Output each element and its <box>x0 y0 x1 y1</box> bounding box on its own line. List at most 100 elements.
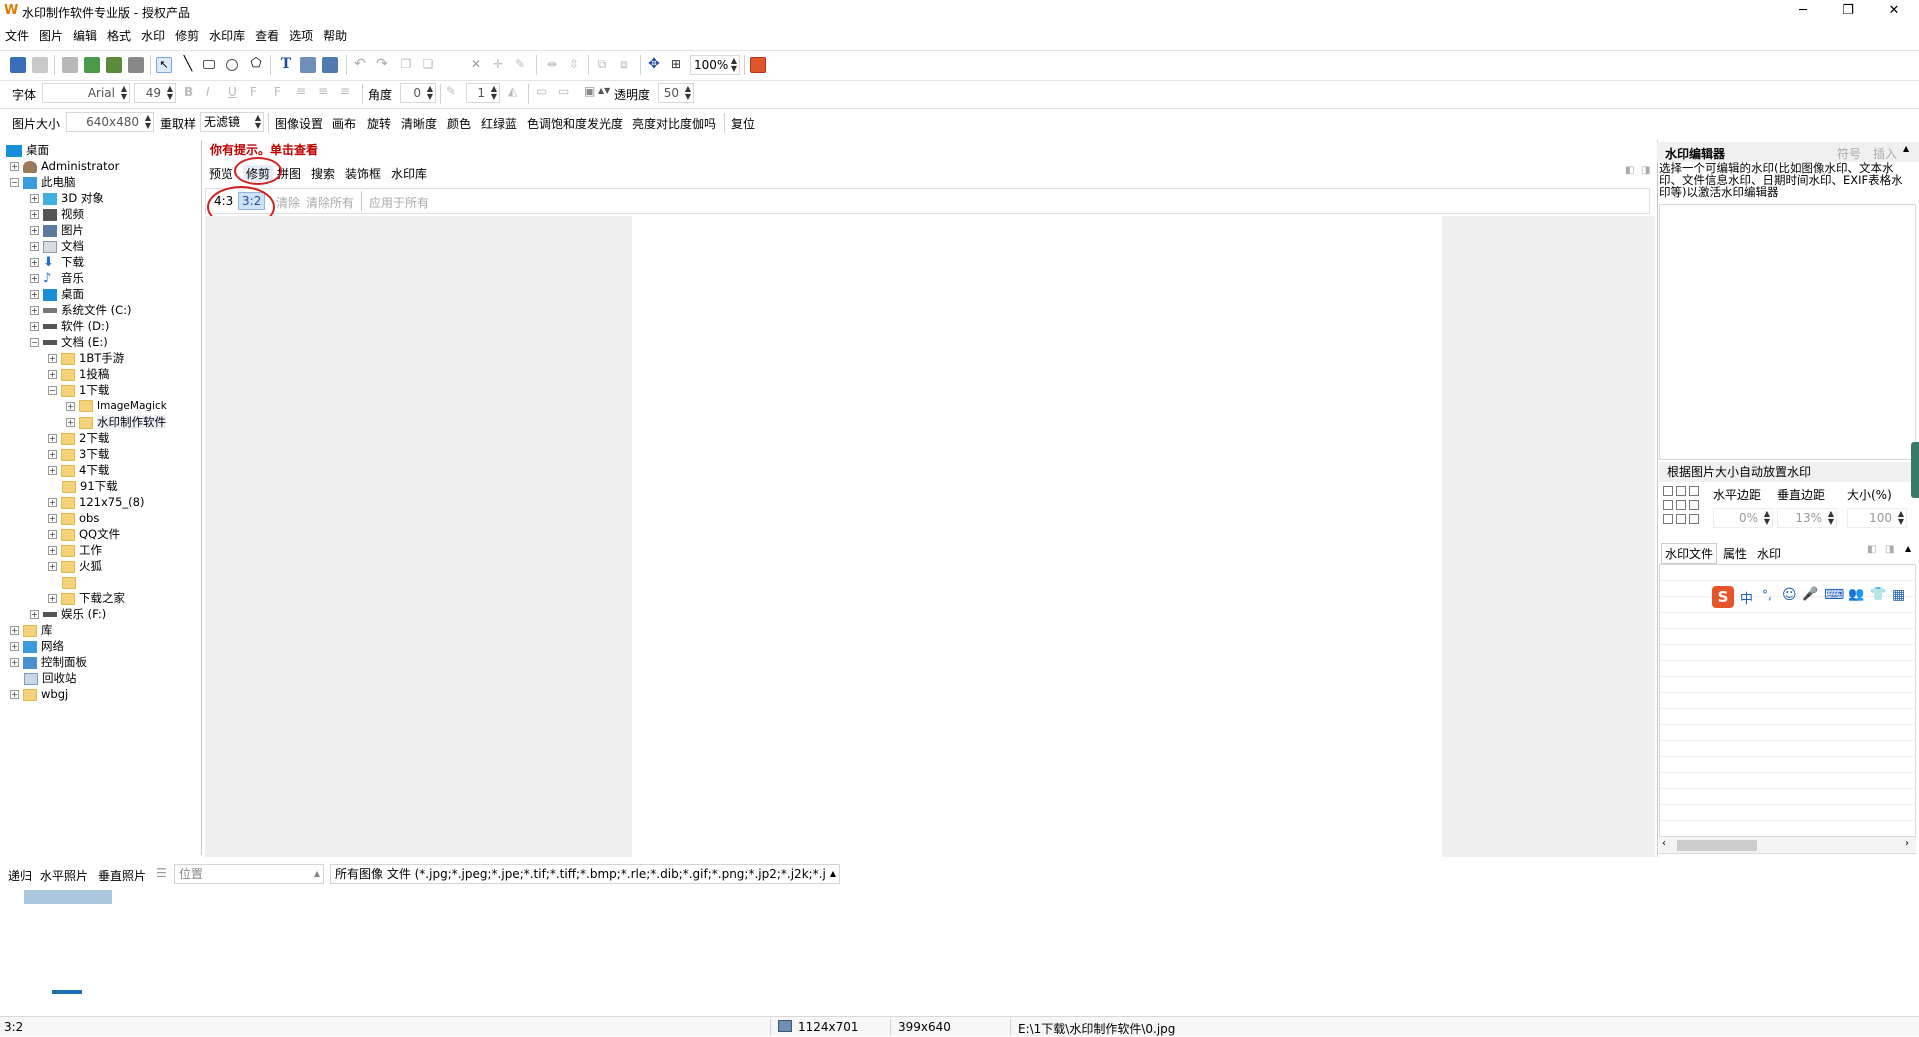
tree-item[interactable]: + 视频 <box>30 206 84 222</box>
next-tab-icon[interactable]: ◨ <box>1641 165 1650 176</box>
tree-item[interactable]: +3D 对象 <box>30 190 104 206</box>
tree-item[interactable]: + 网络 <box>10 638 64 654</box>
size-input[interactable]: 100 ▲ ▼ <box>1847 508 1907 528</box>
recursive-button[interactable]: 递归 <box>8 867 32 884</box>
delete-icon[interactable]: ✕ <box>468 57 484 73</box>
undo-icon[interactable]: ↶ <box>352 57 368 73</box>
ime-voice-icon[interactable]: 🎤 <box>1802 587 1818 602</box>
position-checkbox[interactable] <box>1663 486 1673 496</box>
rename-icon[interactable] <box>106 57 122 73</box>
minimize-button[interactable]: ─ <box>1780 0 1826 22</box>
eyedropper-icon[interactable]: ✎ <box>512 57 528 73</box>
ime-users-icon[interactable]: 👥 <box>1848 587 1864 602</box>
menu-options[interactable]: 选项 <box>284 24 318 47</box>
move-icon[interactable]: ✥ <box>646 57 662 73</box>
tree-item[interactable]: + 图片 <box>30 222 84 238</box>
tab-watermark-library[interactable]: 水印库 <box>391 165 427 182</box>
ime-tools-icon[interactable]: ▦ <box>1892 587 1905 603</box>
cut-icon[interactable] <box>424 57 440 73</box>
image-settings-button[interactable]: 图像设置 <box>275 115 323 132</box>
bold-icon[interactable]: B <box>184 85 193 99</box>
position-checkbox[interactable] <box>1676 514 1686 524</box>
next-tab-icon[interactable]: ◨ <box>1885 544 1894 555</box>
prev-tab-icon[interactable]: ◧ <box>1625 165 1634 176</box>
frame-icon[interactable]: ▣ <box>584 84 595 98</box>
position-checkbox[interactable] <box>1676 500 1686 510</box>
hue-saturation-button[interactable]: 色调饱和度发光度 <box>527 115 623 132</box>
list-view-icon[interactable]: ☰ <box>156 866 167 880</box>
position-select[interactable]: 位置▲▼ <box>174 864 324 884</box>
batch-icon[interactable] <box>84 57 100 73</box>
tree-item[interactable]: +1投稿 <box>48 366 109 382</box>
close-button[interactable]: ✕ <box>1871 0 1917 22</box>
angle-input[interactable]: 0 ▲ ▼ <box>400 83 436 103</box>
rgb-button[interactable]: 红绿蓝 <box>481 115 517 132</box>
italic-icon[interactable]: I <box>206 85 210 99</box>
tree-item[interactable]: +3下载 <box>48 446 109 462</box>
fill-icon[interactable]: ◭ <box>508 84 517 98</box>
distribute-v-icon[interactable]: ⇳ <box>566 57 582 73</box>
image-canvas[interactable] <box>632 216 1442 857</box>
ime-skin-icon[interactable]: 👕 <box>1870 587 1886 602</box>
font-size-select[interactable]: 49 ▲ ▼ <box>134 83 176 103</box>
vertical-photo-button[interactable]: 垂直照片 <box>98 867 146 884</box>
color-button[interactable]: 颜色 <box>447 115 471 132</box>
copy-icon[interactable]: ❐ <box>398 57 414 73</box>
insert-button[interactable]: 插入 <box>1873 145 1897 162</box>
tree-item[interactable]: +121x75_(8) <box>48 494 144 510</box>
tree-item[interactable]: +1BT手游 <box>48 350 124 366</box>
clear-button[interactable]: 清除 <box>276 194 300 211</box>
horizontal-scrollbar[interactable]: ‹ › <box>1659 836 1916 853</box>
distribute-h-icon[interactable]: ⇹ <box>544 57 560 73</box>
canvas-button[interactable]: 画布 <box>332 115 356 132</box>
filter-select[interactable]: 无滤镜 ▲ ▼ <box>200 112 264 132</box>
thumbnail-strip[interactable] <box>0 888 1919 1016</box>
position-checkbox[interactable] <box>1689 486 1699 496</box>
scroll-thumb[interactable] <box>1677 840 1757 851</box>
tree-item[interactable]: −1下载 <box>48 382 109 398</box>
position-checkbox[interactable] <box>1689 500 1699 510</box>
tree-item[interactable]: + obs <box>48 510 99 526</box>
position-checkbox[interactable] <box>1676 486 1686 496</box>
menu-crop[interactable]: 修剪 <box>170 24 204 47</box>
tab-preview[interactable]: 预览 <box>209 165 233 182</box>
tab-properties[interactable]: 属性 <box>1723 545 1747 562</box>
ime-logo-icon[interactable]: S <box>1712 586 1734 608</box>
folder-tree[interactable]: 桌面 + Administrator − 此电脑 +3D 对象 + 视频 + 图片 + 文… <box>0 140 202 855</box>
tab-search[interactable]: 搜索 <box>311 165 335 182</box>
text-icon[interactable]: T <box>278 57 294 73</box>
tab-dropdown-icon[interactable]: ▲ <box>1905 544 1911 553</box>
menu-file[interactable]: 文件 <box>0 24 34 47</box>
line-icon[interactable]: ╲ <box>180 57 196 73</box>
tree-item[interactable]: + 库 <box>10 622 53 638</box>
border-icon[interactable]: ▭ <box>536 84 547 98</box>
ime-keyboard-icon[interactable]: ⌨ <box>1824 587 1844 603</box>
file-type-filter[interactable]: 所有图像 文件 (*.jpg;*.jpeg;*.jpe;*.tif;*.tiff… <box>330 864 840 884</box>
polygon-icon[interactable]: ⬠ <box>248 57 264 73</box>
underline-icon[interactable]: U <box>228 85 237 99</box>
brightness-contrast-button[interactable]: 亮度对比度伽吗 <box>632 115 716 132</box>
tree-item[interactable] <box>62 574 80 590</box>
thumbnail-selected[interactable] <box>24 890 112 904</box>
tree-item[interactable]: +4下载 <box>48 462 109 478</box>
image-size-select[interactable]: 640x480 ▲ ▼ <box>66 112 154 132</box>
tree-item[interactable]: + ImageMagick <box>66 398 167 414</box>
hint-message[interactable]: 你有提示。单击查看 <box>210 141 318 158</box>
horizontal-photo-button[interactable]: 水平照片 <box>40 867 88 884</box>
redo-icon[interactable]: ↷ <box>374 57 390 73</box>
tab-frame[interactable]: 装饰框 <box>345 165 381 182</box>
print-icon[interactable] <box>128 57 144 73</box>
tree-item[interactable]: + 控制面板 <box>10 654 87 670</box>
scroll-left-icon[interactable]: ‹ <box>1662 838 1666 849</box>
tree-item[interactable]: + 软件 (D:) <box>30 318 109 334</box>
zoom-select[interactable]: 100% ▲ ▼ <box>690 55 740 75</box>
position-checkbox[interactable] <box>1689 514 1699 524</box>
save-all-icon[interactable] <box>32 57 48 73</box>
align-center-icon[interactable]: ≡ <box>318 84 328 98</box>
menu-format[interactable]: 格式 <box>102 24 136 47</box>
font-select[interactable]: Arial ▲ ▼ <box>42 83 130 103</box>
tree-item[interactable]: − 此电脑 <box>10 174 76 190</box>
save-icon[interactable] <box>10 57 26 73</box>
line-width-input[interactable]: 1 ▲ ▼ <box>466 83 500 103</box>
tree-item[interactable]: + 水印制作软件 <box>66 414 166 430</box>
